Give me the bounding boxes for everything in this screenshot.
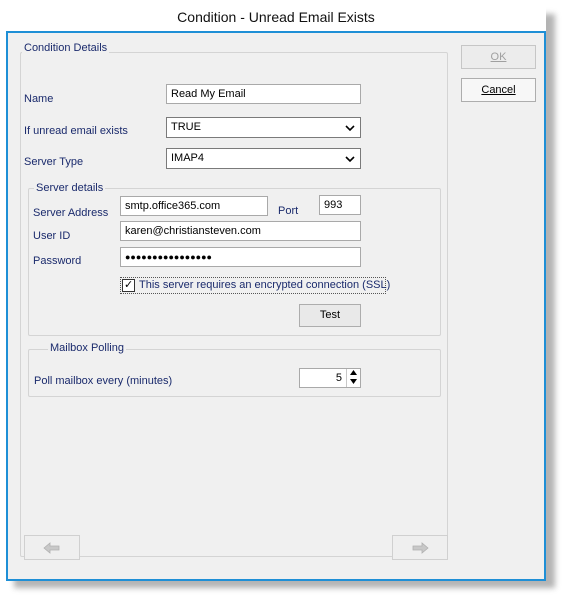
server-details-legend: Server details: [34, 182, 106, 194]
arrow-left-icon: [43, 542, 60, 554]
user-id-label: User ID: [33, 230, 71, 242]
poll-interval-label: Poll mailbox every (minutes): [34, 375, 173, 387]
title-bar[interactable]: Condition - Unread Email Exists: [6, 3, 546, 31]
spin-down-icon[interactable]: [347, 377, 360, 386]
user-id-field[interactable]: karen@christiansteven.com: [120, 221, 361, 241]
spin-up-icon[interactable]: [347, 369, 360, 377]
test-button-label: Test: [319, 309, 341, 321]
server-address-field[interactable]: smtp.office365.com: [120, 196, 268, 216]
back-button[interactable]: [24, 535, 80, 560]
check-icon: ✓: [124, 279, 134, 291]
port-field[interactable]: 993: [319, 195, 361, 215]
arrow-right-icon: [412, 542, 429, 554]
poll-interval-stepper[interactable]: 5: [299, 368, 361, 388]
mailbox-polling-legend: Mailbox Polling: [48, 342, 126, 354]
server-type-label: Server Type: [24, 156, 84, 168]
cancel-button[interactable]: Cancel: [461, 78, 536, 102]
next-button[interactable]: [392, 535, 448, 560]
server-address-label: Server Address: [33, 207, 109, 219]
chevron-down-icon: [345, 125, 355, 132]
password-label: Password: [33, 255, 82, 267]
server-type-select[interactable]: IMAP4: [166, 148, 361, 169]
server-type-value: IMAP4: [171, 152, 205, 164]
chevron-down-icon: [345, 156, 355, 163]
cancel-button-label: Cancel: [481, 84, 516, 96]
port-label: Port: [278, 205, 299, 217]
poll-interval-value: 5: [335, 372, 342, 384]
ok-button-label: OK: [490, 51, 507, 63]
ok-button[interactable]: OK: [461, 45, 536, 69]
spin-buttons[interactable]: [346, 369, 360, 387]
unread-email-select[interactable]: TRUE: [166, 117, 361, 138]
ssl-checkbox[interactable]: ✓: [122, 279, 135, 292]
password-field[interactable]: ●●●●●●●●●●●●●●●●: [120, 247, 361, 267]
test-button[interactable]: Test: [299, 304, 361, 327]
name-label: Name: [24, 93, 54, 105]
unread-email-label: If unread email exists: [24, 125, 128, 137]
mailbox-polling-group: [28, 349, 441, 397]
dialog-client: Condition Details Name Read My Email If …: [8, 33, 544, 579]
unread-email-value: TRUE: [171, 121, 201, 133]
ssl-checkbox-row[interactable]: ✓ This server requires an encrypted conn…: [120, 277, 390, 294]
name-field[interactable]: Read My Email: [166, 84, 361, 104]
window-title: Condition - Unread Email Exists: [177, 9, 375, 25]
dialog-window: Condition - Unread Email Exists Conditio…: [6, 3, 546, 581]
condition-details-legend: Condition Details: [22, 42, 110, 54]
ssl-label: This server requires an encrypted connec…: [139, 279, 391, 291]
